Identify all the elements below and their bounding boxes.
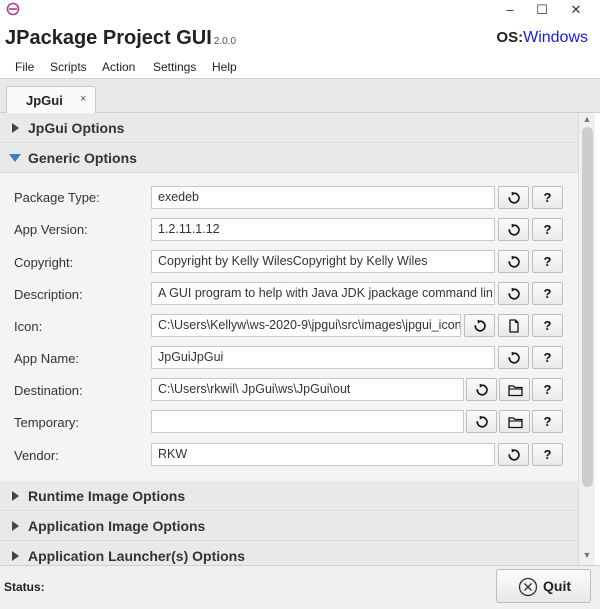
reset-icon <box>508 223 520 236</box>
collapsed-arrow-icon <box>12 123 19 133</box>
app-icon <box>6 2 20 16</box>
vendor-input[interactable]: RKW <box>151 443 495 466</box>
status-bar: Status: Quit <box>0 565 600 609</box>
description-label: Description: <box>14 287 83 302</box>
app-version: 2.0.0 <box>213 36 237 47</box>
collapsed-arrow-icon <box>12 521 19 531</box>
reset-button[interactable] <box>466 410 497 433</box>
options-panel: JpGui Options Generic Options Package Ty… <box>0 113 578 565</box>
browse-folder-button[interactable] <box>499 410 530 433</box>
menu-bar: File Scripts Action Settings Help <box>0 56 600 78</box>
browse-folder-button[interactable] <box>499 378 530 401</box>
reset-button[interactable] <box>498 218 529 241</box>
maximize-button[interactable]: ☐ <box>527 1 557 19</box>
app-title-text: JPackage Project GUI <box>5 27 212 49</box>
tab-close-icon[interactable]: × <box>80 93 86 105</box>
os-value: Windows <box>523 29 588 46</box>
collapsed-arrow-icon <box>12 551 19 561</box>
collapsed-arrow-icon <box>12 491 19 501</box>
reset-icon <box>508 191 520 204</box>
file-icon <box>509 319 519 333</box>
section-application-launcher-options[interactable]: Application Launcher(s) Options <box>0 541 578 565</box>
section-jpgui-options[interactable]: JpGui Options <box>0 113 578 143</box>
help-button[interactable]: ? <box>532 282 563 305</box>
tab-label: JpGui <box>26 93 63 108</box>
close-window-button[interactable]: ✕ <box>561 1 591 19</box>
copyright-label: Copyright: <box>14 255 74 270</box>
vendor-label: Vendor: <box>14 448 59 463</box>
help-button[interactable]: ? <box>532 186 563 209</box>
minimize-button[interactable]: – <box>495 1 525 19</box>
section-label: Runtime Image Options <box>28 488 186 504</box>
reset-icon <box>508 351 520 364</box>
destination-label: Destination: <box>14 383 83 398</box>
temporary-input[interactable] <box>151 410 464 433</box>
icon-path-input[interactable]: C:\Users\Kellyw\ws-2020-9\jpgui\src\imag… <box>151 314 461 337</box>
section-label: Application Image Options <box>28 518 206 534</box>
section-application-image-options[interactable]: Application Image Options <box>0 511 578 541</box>
scroll-up-icon[interactable]: ▲ <box>579 114 595 128</box>
reset-icon <box>476 383 488 396</box>
menu-file[interactable]: File <box>15 60 34 74</box>
os-indicator: OS:Windows <box>496 29 588 47</box>
section-generic-options[interactable]: Generic Options <box>0 143 578 173</box>
reset-button[interactable] <box>464 314 495 337</box>
help-button[interactable]: ? <box>532 250 563 273</box>
help-button[interactable]: ? <box>532 218 563 241</box>
reset-icon <box>508 448 520 461</box>
menu-scripts[interactable]: Scripts <box>50 60 87 74</box>
generic-options-form: Package Type: exedeb ? App Version: 1.2.… <box>0 173 578 503</box>
reset-button[interactable] <box>498 186 529 209</box>
expanded-arrow-icon <box>9 154 21 162</box>
section-label: Generic Options <box>28 150 137 166</box>
icon-label: Icon: <box>14 319 43 334</box>
app-version-input[interactable]: 1.2.11.1.12 <box>151 218 495 241</box>
scroll-down-icon[interactable]: ▼ <box>579 550 595 564</box>
reset-icon <box>476 415 488 428</box>
help-button[interactable]: ? <box>532 378 563 401</box>
reset-button[interactable] <box>498 282 529 305</box>
section-label: Application Launcher(s) Options <box>28 548 246 564</box>
reset-button[interactable] <box>498 346 529 369</box>
app-title: JPackage Project GUI 2.0.0 <box>5 27 236 50</box>
status-label: Status: <box>4 580 45 594</box>
close-circle-icon <box>518 577 538 597</box>
tab-bar: JpGui × <box>0 78 600 114</box>
section-runtime-image-options[interactable]: Runtime Image Options <box>0 481 578 511</box>
temporary-label: Temporary: <box>14 415 80 430</box>
reset-button[interactable] <box>466 378 497 401</box>
os-label: OS: <box>496 29 524 46</box>
reset-button[interactable] <box>498 250 529 273</box>
reset-icon <box>508 255 520 268</box>
app-version-label: App Version: <box>14 222 88 237</box>
help-button[interactable]: ? <box>532 443 563 466</box>
scroll-thumb[interactable] <box>582 127 593 487</box>
reset-icon <box>508 287 520 300</box>
package-type-label: Package Type: <box>14 190 100 205</box>
app-name-input[interactable]: JpGuiJpGui <box>151 346 495 369</box>
vertical-scrollbar[interactable]: ▲ ▼ <box>578 113 595 565</box>
menu-action[interactable]: Action <box>102 60 135 74</box>
window-titlebar: – ☐ ✕ <box>0 0 600 20</box>
destination-input[interactable]: C:\Users\rkwil\ JpGui\ws\JpGui\out <box>151 378 464 401</box>
tab-jpgui[interactable]: JpGui × <box>6 86 96 114</box>
folder-icon <box>508 385 523 397</box>
app-header: JPackage Project GUI 2.0.0 OS:Windows <box>0 20 600 56</box>
help-button[interactable]: ? <box>532 410 563 433</box>
description-input[interactable]: A GUI program to help with Java JDK jpac… <box>151 282 495 305</box>
reset-button[interactable] <box>498 443 529 466</box>
help-button[interactable]: ? <box>532 346 563 369</box>
quit-button[interactable]: Quit <box>496 569 591 603</box>
menu-help[interactable]: Help <box>212 60 237 74</box>
menu-settings[interactable]: Settings <box>153 60 196 74</box>
package-type-input[interactable]: exedeb <box>151 186 495 209</box>
quit-label: Quit <box>543 578 571 594</box>
app-name-label: App Name: <box>14 351 80 366</box>
folder-icon <box>508 417 523 429</box>
browse-file-button[interactable] <box>498 314 529 337</box>
help-button[interactable]: ? <box>532 314 563 337</box>
section-label: JpGui Options <box>28 120 125 136</box>
copyright-input[interactable]: Copyright by Kelly WilesCopyright by Kel… <box>151 250 495 273</box>
reset-icon <box>474 319 486 332</box>
